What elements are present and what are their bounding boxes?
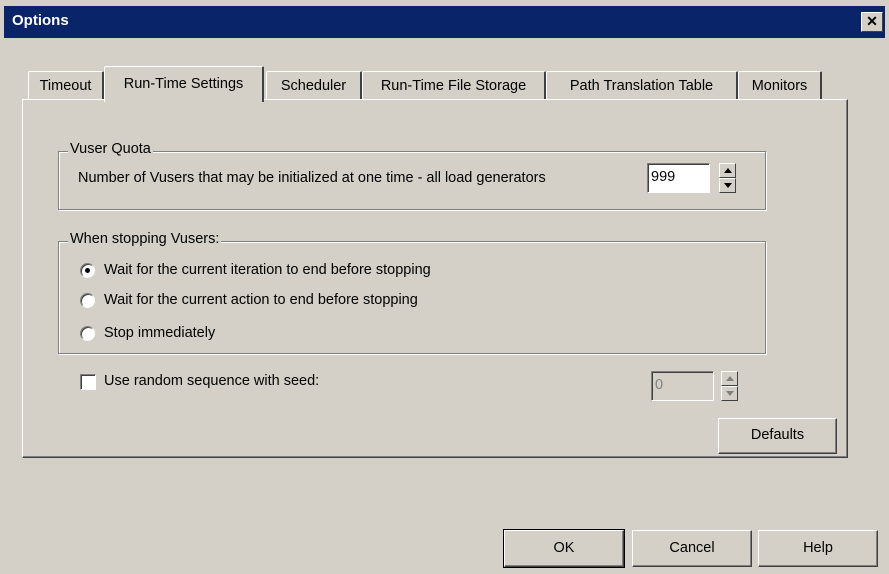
vuser-quota-spin-up[interactable] [719,163,736,178]
tab-timeout[interactable]: Timeout [28,71,104,100]
tab-label: Path Translation Table [569,78,714,94]
radio-wait-iteration[interactable] [80,263,95,278]
spin-up-icon [724,168,732,173]
radio-wait-action-label[interactable]: Wait for the current action to end befor… [104,292,418,308]
spin-up-icon [726,376,734,381]
spin-down-icon [724,183,732,188]
random-seed-label[interactable]: Use random sequence with seed: [104,373,319,389]
tab-path-translation-table[interactable]: Path Translation Table [546,71,738,100]
tab-label: Run-Time File Storage [380,78,527,94]
help-button[interactable]: Help [758,530,878,567]
tab-run-time-settings[interactable]: Run-Time Settings [104,66,264,102]
title-bar: Options ✕ [4,6,885,38]
tab-scheduler[interactable]: Scheduler [266,71,362,100]
radio-stop-immediately[interactable] [80,326,95,341]
tab-monitors[interactable]: Monitors [738,71,822,100]
close-icon: ✕ [866,13,878,29]
radio-wait-iteration-label[interactable]: Wait for the current iteration to end be… [104,262,431,278]
random-seed-checkbox[interactable] [80,374,96,390]
radio-stop-immediately-label[interactable]: Stop immediately [104,325,215,341]
vuser-quota-legend: Vuser Quota [68,141,153,157]
ok-button[interactable]: OK [503,529,625,568]
tab-label: Scheduler [280,78,347,94]
defaults-button[interactable]: Defaults [718,418,837,454]
tab-label: Timeout [39,78,92,94]
stopping-legend: When stopping Vusers: [68,231,222,247]
vuser-quota-label: Number of Vusers that may be initialized… [78,170,546,186]
random-seed-spin-up[interactable] [721,371,738,386]
random-seed-spin-down[interactable] [721,386,738,401]
tab-label: Run-Time Settings [123,76,244,92]
random-seed-input[interactable]: 0 [651,371,714,401]
vuser-quota-input[interactable]: 999 [647,163,710,193]
tab-label: Monitors [751,78,808,94]
cancel-button[interactable]: Cancel [632,530,752,567]
radio-wait-action[interactable] [80,293,95,308]
close-button[interactable]: ✕ [861,12,883,32]
tab-run-time-file-storage[interactable]: Run-Time File Storage [362,71,546,100]
window-title: Options [12,12,69,29]
spin-down-icon [726,391,734,396]
vuser-quota-spin-down[interactable] [719,178,736,193]
radio-selected-dot [85,268,90,273]
